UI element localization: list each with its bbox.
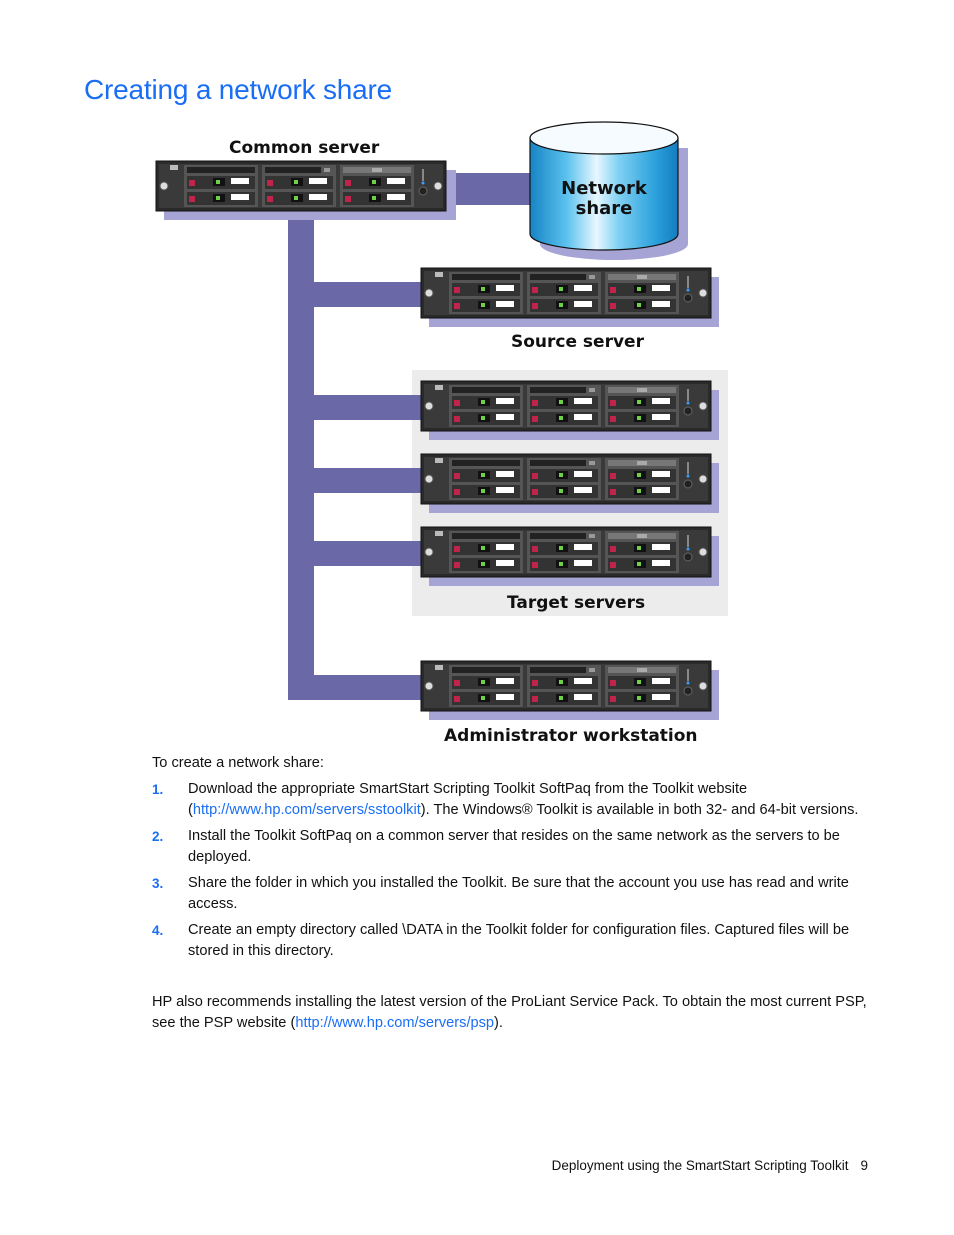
- source-server-label: Source server: [511, 332, 645, 352]
- target-servers-label: Target servers: [507, 593, 645, 613]
- step-text: Share the folder in which you installed …: [188, 875, 849, 912]
- step-item: 1. Download the appropriate SmartStart S…: [152, 779, 874, 821]
- network-share-label-line1: Network: [561, 178, 648, 199]
- step-item: 4. Create an empty directory called \DAT…: [152, 920, 874, 962]
- intro-text: To create a network share:: [152, 755, 324, 771]
- target-server: [420, 453, 719, 513]
- step-number: 1.: [152, 782, 164, 797]
- network-share-label-line2: share: [576, 198, 633, 219]
- page-footer: Deployment using the SmartStart Scriptin…: [552, 1158, 868, 1173]
- step-number: 3.: [152, 876, 164, 891]
- page-title: Creating a network share: [84, 74, 393, 105]
- network-diagram: Common server Network share Source serve…: [150, 120, 740, 750]
- note-text: HP also recommends installing the latest…: [152, 994, 867, 1031]
- step-text: ). The Windows® Toolkit is available in …: [420, 802, 859, 818]
- psp-website-link[interactable]: http://www.hp.com/servers/psp: [295, 1015, 494, 1031]
- note-text: ).: [494, 1015, 503, 1031]
- steps-list: 1. Download the appropriate SmartStart S…: [152, 779, 874, 967]
- page-number: 9: [860, 1158, 868, 1173]
- step-text: Install the Toolkit SoftPaq on a common …: [188, 828, 840, 865]
- step-text: Create an empty directory called \DATA i…: [188, 922, 850, 959]
- step-number: 4.: [152, 923, 164, 938]
- source-server: [420, 267, 719, 327]
- psp-note: HP also recommends installing the latest…: [152, 992, 872, 1034]
- common-server: [155, 160, 456, 220]
- step-number: 2.: [152, 829, 164, 844]
- target-server: [420, 380, 719, 440]
- common-server-label: Common server: [229, 138, 380, 158]
- network-share-cylinder: Network share: [529, 121, 688, 260]
- footer-section-title: Deployment using the SmartStart Scriptin…: [551, 1158, 849, 1173]
- admin-workstation: [420, 660, 719, 720]
- admin-workstation-label: Administrator workstation: [444, 726, 698, 746]
- target-server: [420, 526, 719, 586]
- step-item: 3. Share the folder in which you install…: [152, 873, 874, 915]
- toolkit-website-link[interactable]: http://www.hp.com/servers/sstoolkit: [193, 802, 421, 818]
- step-item: 2. Install the Toolkit SoftPaq on a comm…: [152, 826, 874, 868]
